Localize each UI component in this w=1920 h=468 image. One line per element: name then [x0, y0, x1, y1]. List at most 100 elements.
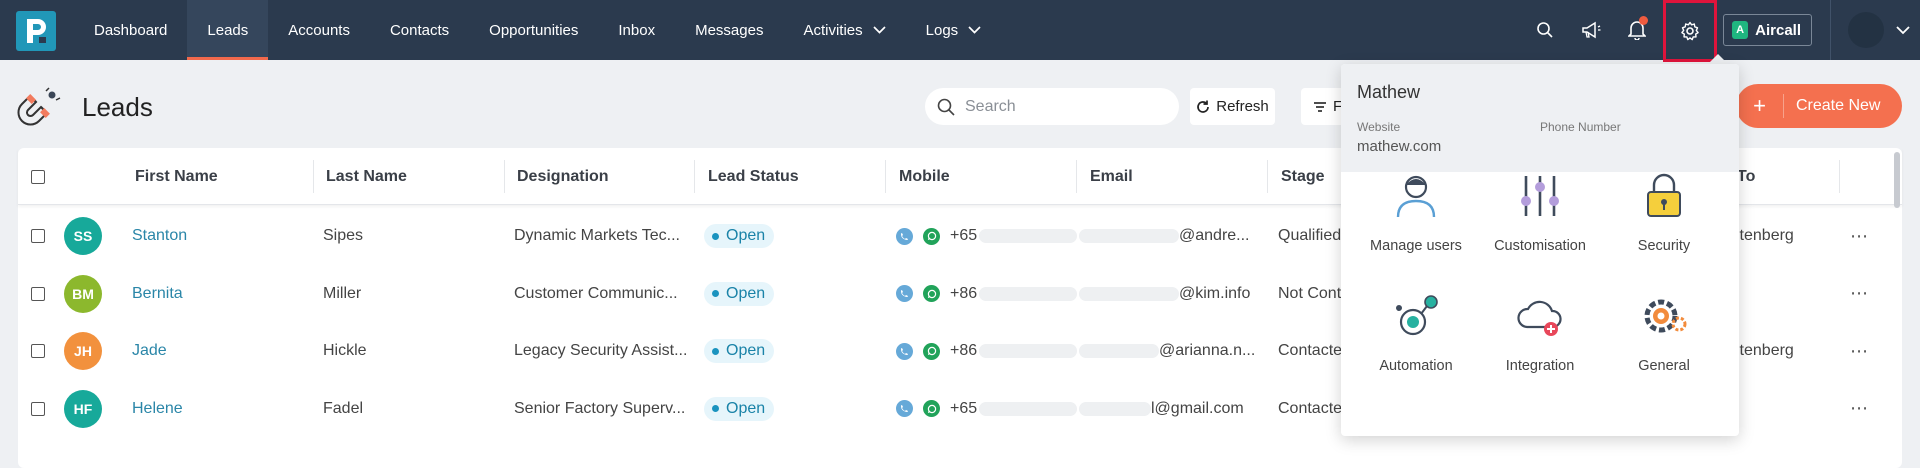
column-header-mobile[interactable]: Mobile: [899, 148, 950, 205]
mobile-number[interactable]: +86: [950, 285, 977, 303]
owner-cell: ltenberg: [1736, 227, 1794, 244]
search-input[interactable]: [965, 97, 1165, 116]
column-header-lead-status[interactable]: Lead Status: [708, 148, 799, 205]
lead-status-cell: Open: [704, 322, 775, 380]
column-header-last-name[interactable]: Last Name: [326, 148, 407, 205]
column-header-stage[interactable]: Stage: [1281, 148, 1325, 205]
nav-item-dashboard[interactable]: Dashboard: [74, 0, 187, 60]
nav-item-contacts[interactable]: Contacts: [370, 0, 469, 60]
column-separator: [885, 160, 886, 193]
redacted-mask: [979, 344, 1078, 358]
nav-item-messages[interactable]: Messages: [675, 0, 783, 60]
settings-button-highlighted[interactable]: [1663, 0, 1718, 62]
phone-call-icon[interactable]: [896, 285, 913, 302]
column-header-designation[interactable]: Designation: [517, 148, 609, 205]
row-more-options-icon[interactable]: ⋯: [1850, 398, 1869, 419]
mobile-number[interactable]: +86: [950, 342, 977, 360]
vertical-scrollbar[interactable]: [1894, 152, 1900, 208]
nav-item-opportunities[interactable]: Opportunities: [469, 0, 598, 60]
settings-user-info: Mathew Website mathew.com Phone Number: [1341, 64, 1739, 172]
row-more-options-icon[interactable]: ⋯: [1850, 283, 1869, 304]
lead-status-cell: Open: [704, 380, 775, 438]
status-badge: Open: [704, 224, 775, 248]
chevron-down-icon[interactable]: [1896, 25, 1910, 35]
mobile-number[interactable]: +65: [950, 400, 977, 418]
settings-tile-manage-users[interactable]: Manage users: [1354, 162, 1478, 272]
row-checkbox[interactable]: [31, 344, 45, 358]
redacted-mask: [979, 401, 1078, 416]
lead-first-name-link[interactable]: Helene: [132, 400, 183, 418]
email-cell: @kim.info: [1079, 265, 1250, 323]
email-value[interactable]: @kim.info: [1179, 285, 1250, 303]
nav-item-label: Leads: [207, 21, 249, 39]
search-box[interactable]: [925, 88, 1179, 125]
select-all-checkbox[interactable]: [31, 169, 45, 184]
phone-call-icon[interactable]: [896, 342, 913, 360]
nav-item-leads[interactable]: Leads: [187, 0, 269, 60]
lead-first-name-link[interactable]: Bernita: [132, 285, 183, 303]
cloud-integration-icon: [1514, 290, 1566, 342]
nav-item-accounts[interactable]: Accounts: [268, 0, 370, 60]
nav-item-label: Messages: [695, 21, 764, 39]
email-value[interactable]: @arianna.n...: [1159, 342, 1255, 360]
refresh-button[interactable]: Refresh: [1190, 88, 1275, 125]
filter-icon: [1314, 101, 1326, 112]
whatsapp-icon[interactable]: [923, 227, 940, 245]
app-logo[interactable]: [16, 11, 56, 51]
email-value[interactable]: @andre...: [1179, 227, 1250, 245]
settings-tile-general[interactable]: General: [1602, 282, 1726, 392]
mobile-number[interactable]: +65: [950, 227, 977, 245]
plus-icon: +: [1736, 94, 1784, 118]
lead-avatar: HF: [64, 389, 102, 428]
nav-item-label: Inbox: [618, 21, 656, 39]
redacted-mask: [1079, 286, 1179, 301]
mobile-cell: +86: [896, 265, 1078, 323]
settings-tile-automation[interactable]: Automation: [1354, 282, 1478, 392]
row-checkbox[interactable]: [31, 229, 45, 243]
column-header-email[interactable]: Email: [1090, 148, 1133, 205]
email-value[interactable]: l@gmail.com: [1151, 400, 1244, 418]
lead-status-cell: Open: [704, 207, 775, 265]
search-icon: [937, 98, 955, 116]
row-checkbox[interactable]: [31, 401, 45, 416]
megaphone-icon[interactable]: [1571, 10, 1611, 50]
row-more-options-icon[interactable]: ⋯: [1850, 226, 1869, 247]
nav-divider: [1830, 0, 1831, 60]
lead-first-name-link[interactable]: Jade: [132, 342, 167, 360]
aircall-button[interactable]: A Aircall: [1723, 14, 1812, 46]
redacted-mask: [979, 286, 1078, 301]
lead-first-name-link[interactable]: Stanton: [132, 227, 187, 245]
whatsapp-icon[interactable]: [923, 342, 940, 360]
manage-users-icon: [1390, 170, 1442, 222]
status-label: Open: [726, 227, 766, 244]
settings-tile-integration[interactable]: Integration: [1478, 282, 1602, 392]
main-menu: Dashboard Leads Accounts Contacts Opportunit…: [74, 0, 1001, 60]
whatsapp-icon[interactable]: [923, 285, 940, 302]
status-dot: [712, 232, 719, 240]
nav-item-logs[interactable]: Logs: [906, 0, 1002, 60]
nav-item-inbox[interactable]: Inbox: [598, 0, 675, 60]
phone-call-icon[interactable]: [896, 227, 913, 245]
redacted-mask: [1079, 344, 1159, 358]
row-checkbox[interactable]: [31, 286, 45, 301]
owner-cell: ltenberg: [1736, 342, 1794, 359]
chevron-down-icon: [873, 26, 886, 34]
column-separator: [504, 160, 505, 193]
create-new-button[interactable]: + Create New: [1736, 84, 1902, 128]
whatsapp-icon[interactable]: [923, 400, 940, 417]
notification-bell-icon[interactable]: [1617, 10, 1657, 50]
column-header-first-name[interactable]: First Name: [135, 148, 218, 205]
settings-tile-customisation[interactable]: Customisation: [1478, 162, 1602, 272]
last-name-cell: Sipes: [323, 227, 364, 244]
row-more-options-icon[interactable]: ⋯: [1850, 341, 1869, 362]
search-icon[interactable]: [1525, 10, 1565, 50]
user-avatar[interactable]: [1848, 12, 1884, 48]
lock-icon: [1638, 170, 1690, 222]
nav-item-label: Accounts: [288, 21, 350, 39]
column-header-to[interactable]: To: [1737, 148, 1755, 205]
phone-call-icon[interactable]: [896, 400, 913, 417]
nav-item-activities[interactable]: Activities: [783, 0, 905, 60]
settings-tile-label: Security: [1637, 238, 1691, 254]
settings-tile-security[interactable]: Security: [1602, 162, 1726, 272]
column-separator: [694, 160, 695, 193]
